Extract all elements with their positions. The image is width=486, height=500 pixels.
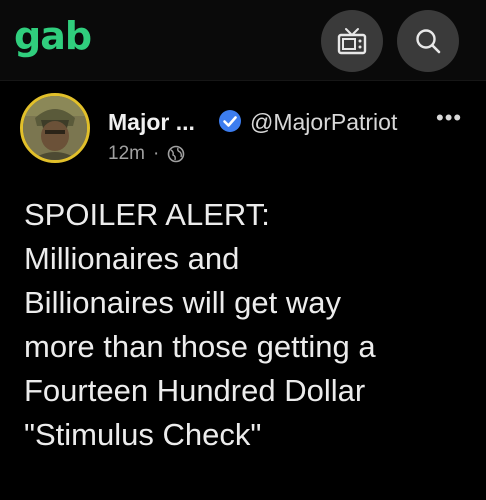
tv-icon [337, 28, 367, 55]
avatar[interactable] [20, 93, 90, 163]
author-handle[interactable]: @MajorPatriot [250, 109, 397, 136]
timestamp[interactable]: 12m [108, 143, 145, 165]
more-options-button[interactable]: ••• [436, 105, 462, 131]
search-button[interactable] [397, 10, 459, 72]
author-name[interactable]: Major ... [108, 109, 195, 136]
post-body-line: Fourteen Hundred Dollar [24, 373, 366, 408]
top-bar: gab [0, 0, 486, 80]
search-icon [416, 29, 441, 54]
post-meta: 12m · [108, 143, 185, 165]
post-card: Major ... @MajorPatriot ••• 12m · SPOILE… [0, 81, 486, 500]
post-body-line: Billionaires will get way [24, 285, 342, 320]
verified-badge-icon [219, 110, 241, 132]
gab-logo[interactable]: gab [14, 14, 92, 58]
post-body-line: more than those getting a [24, 329, 376, 364]
tv-button[interactable] [321, 10, 383, 72]
meta-separator: · [152, 143, 160, 164]
globe-icon [167, 145, 185, 163]
post-body: SPOILER ALERT: Millionaires and Billiona… [24, 193, 474, 457]
post-body-line: SPOILER ALERT: [24, 197, 270, 232]
post-body-line: Millionaires and [24, 241, 240, 276]
avatar-image [23, 96, 87, 160]
post-body-line: "Stimulus Check" [24, 417, 262, 452]
